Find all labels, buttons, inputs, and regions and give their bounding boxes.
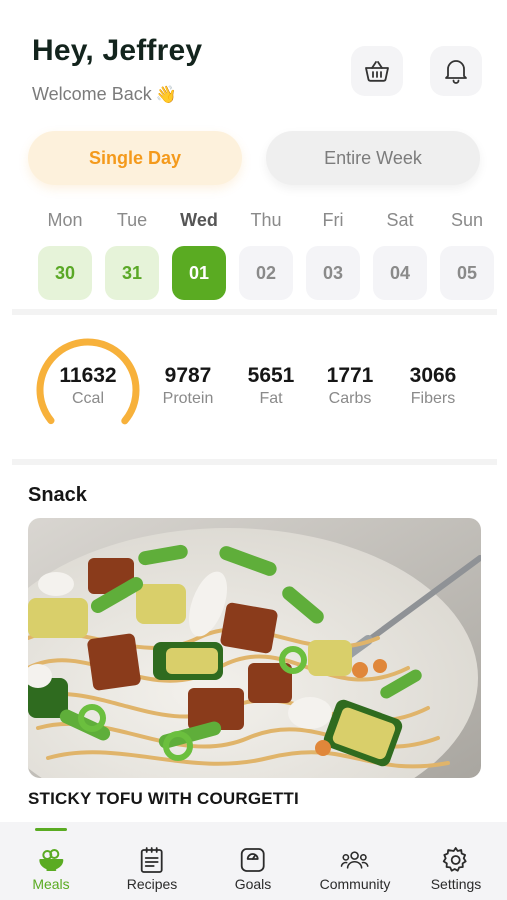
tab-label: Recipes	[126, 876, 178, 892]
fibers-value: 3066	[409, 364, 457, 387]
day-number[interactable]: 04	[373, 246, 427, 300]
dish-name[interactable]: STICKY TOFU WITH COURGETTI	[28, 789, 299, 809]
greeting-title: Hey, Jeffrey	[32, 34, 203, 67]
tab-label: Meals	[32, 876, 70, 892]
day-name: Wed	[180, 210, 218, 230]
bottom-tab-bar: Meals Recipes Goals Community Settings	[0, 822, 507, 900]
single-day-tab[interactable]: Single Day	[28, 131, 242, 185]
waving-hand-icon: 👋	[155, 84, 177, 104]
divider	[12, 309, 497, 315]
bell-icon	[445, 60, 467, 84]
calories-value: 11632	[59, 364, 117, 387]
tab-label: Settings	[430, 876, 482, 892]
day-name: Fri	[322, 210, 344, 230]
welcome-message: Welcome Back 👋	[32, 84, 202, 105]
day-name: Sat	[386, 210, 414, 230]
day-number-selected[interactable]: 01	[172, 246, 226, 300]
calories-label: Ccal	[71, 390, 104, 407]
dish-illustration	[28, 518, 481, 778]
active-tab-indicator	[35, 828, 67, 831]
day-number[interactable]: 03	[306, 246, 360, 300]
day-name: Thu	[250, 210, 282, 230]
day-sat[interactable]: Sat 04	[373, 210, 427, 300]
stat-fat: 5651 Fat	[238, 364, 304, 408]
carbs-label: Carbs	[328, 390, 372, 407]
protein-value: 9787	[164, 364, 212, 387]
goals-scale-icon	[239, 846, 267, 874]
tab-meals[interactable]: Meals	[32, 846, 70, 892]
stat-carbs: 1771 Carbs	[318, 364, 382, 408]
stat-calories: 11632 Ccal	[50, 364, 126, 408]
community-people-icon	[341, 846, 369, 874]
day-sun[interactable]: Sun 05	[440, 210, 494, 300]
day-name: Mon	[47, 210, 83, 230]
week-day-selector: Mon 30 Tue 31 Wed 01 Thu 02 Fri 03 Sat 0…	[38, 210, 494, 300]
basket-icon	[365, 61, 389, 82]
day-number[interactable]: 30	[38, 246, 92, 300]
welcome-text: Welcome Back	[32, 84, 152, 104]
meals-bowl-icon	[37, 846, 65, 874]
day-tue[interactable]: Tue 31	[105, 210, 159, 300]
day-thu[interactable]: Thu 02	[239, 210, 293, 300]
tab-settings[interactable]: Settings	[430, 846, 482, 892]
tab-label: Community	[319, 876, 391, 892]
day-name: Sun	[450, 210, 484, 230]
protein-label: Protein	[162, 390, 214, 407]
tab-community[interactable]: Community	[319, 846, 391, 892]
fibers-label: Fibers	[410, 390, 456, 407]
tab-label: Goals	[234, 876, 272, 892]
day-name: Tue	[116, 210, 148, 230]
tab-recipes[interactable]: Recipes	[126, 846, 178, 892]
settings-gear-icon	[442, 846, 470, 874]
recipes-list-icon	[138, 846, 166, 874]
carbs-value: 1771	[326, 364, 374, 387]
notifications-button[interactable]	[430, 46, 482, 96]
stat-protein: 9787 Protein	[152, 364, 224, 408]
fat-value: 5651	[247, 364, 295, 387]
day-number[interactable]: 31	[105, 246, 159, 300]
entire-week-tab[interactable]: Entire Week	[266, 131, 480, 185]
day-mon[interactable]: Mon 30	[38, 210, 92, 300]
divider	[12, 459, 497, 465]
day-fri[interactable]: Fri 03	[306, 210, 360, 300]
day-number[interactable]: 02	[239, 246, 293, 300]
fat-label: Fat	[259, 390, 283, 407]
day-wed[interactable]: Wed 01	[172, 210, 226, 300]
stat-fibers: 3066 Fibers	[397, 364, 469, 408]
basket-button[interactable]	[351, 46, 403, 96]
day-number[interactable]: 05	[440, 246, 494, 300]
meal-section-title: Snack	[28, 484, 87, 506]
header: Hey, Jeffrey Welcome Back 👋	[32, 34, 202, 105]
tab-goals[interactable]: Goals	[234, 846, 272, 892]
meal-photo[interactable]	[28, 518, 481, 778]
